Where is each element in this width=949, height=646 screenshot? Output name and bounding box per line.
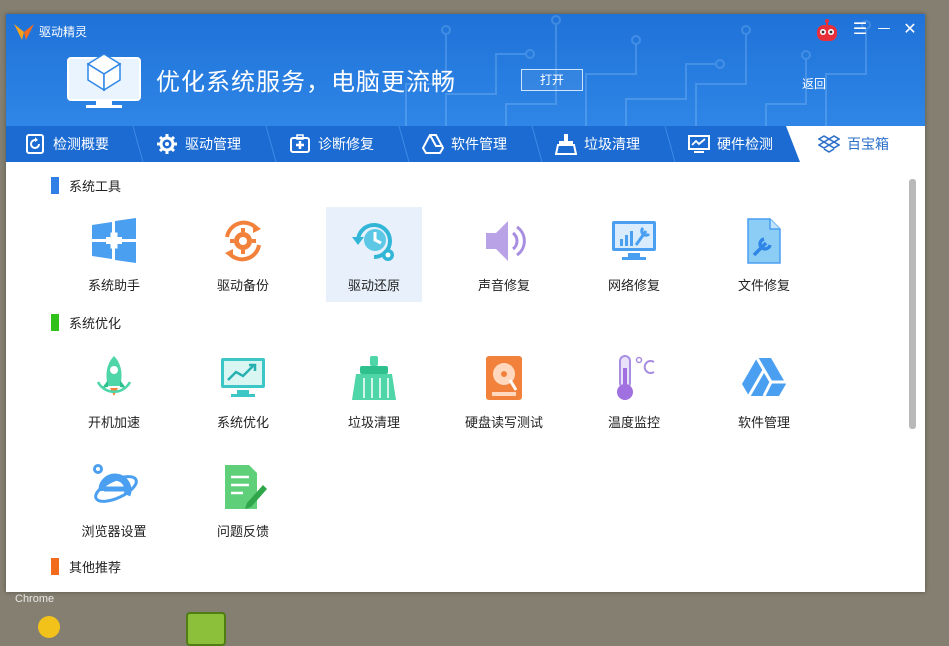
section-title: 系统优化 xyxy=(69,317,122,332)
desktop-app-icon[interactable] xyxy=(38,616,60,638)
tab-toolbox[interactable]: 百宝箱 xyxy=(818,126,918,162)
app-name: 驱动精灵 xyxy=(39,25,88,39)
monitor-wrench-icon xyxy=(612,221,656,260)
tool-driver-restore[interactable]: 驱动还原 xyxy=(326,207,422,302)
minimize-icon[interactable]: — xyxy=(875,20,893,38)
tool-file-repair[interactable]: 文件修复 xyxy=(716,207,812,302)
section-marker xyxy=(51,558,59,575)
tab-hardware-check[interactable]: 硬件检测 xyxy=(688,126,798,162)
app-logo-icon xyxy=(14,24,34,40)
tab-junk-clean[interactable]: 垃圾清理 xyxy=(555,126,680,162)
tool-system-optimize[interactable]: 系统优化 xyxy=(195,344,291,439)
tab-label: 软件管理 xyxy=(451,137,507,153)
rocket-icon xyxy=(96,356,132,396)
dropbox-icon xyxy=(818,135,840,153)
tool-label: 文件修复 xyxy=(737,279,790,294)
file-wrench-icon xyxy=(747,218,781,264)
tool-label: 硬盘读写测试 xyxy=(464,416,543,431)
tool-software-manage[interactable]: 软件管理 xyxy=(716,344,812,439)
section-system-tools: 系统工具 xyxy=(51,176,121,195)
vertical-scrollbar[interactable] xyxy=(909,179,916,429)
document-pen-icon xyxy=(225,465,267,509)
section-marker xyxy=(51,314,59,331)
tool-label: 浏览器设置 xyxy=(81,525,147,540)
medical-kit-icon xyxy=(290,134,310,153)
tool-disk-rw-test[interactable]: 硬盘读写测试 xyxy=(456,344,552,439)
tab-label: 垃圾清理 xyxy=(584,137,640,153)
tool-system-assistant[interactable]: 系统助手 xyxy=(66,207,162,302)
monitor-chart-icon xyxy=(688,135,710,153)
section-system-optimize: 系统优化 xyxy=(51,313,121,332)
open-button[interactable]: 打开 xyxy=(521,69,583,91)
tool-browser-settings[interactable]: 浏览器设置 xyxy=(66,453,162,548)
tool-label: 声音修复 xyxy=(477,279,530,294)
monitor-toolbox-icon xyxy=(67,53,141,108)
tab-label: 诊断修复 xyxy=(318,137,374,153)
close-icon[interactable]: ✕ xyxy=(901,20,919,38)
windows-plus-icon xyxy=(92,218,136,263)
gear-cycle-icon xyxy=(225,220,261,262)
tab-label: 检测概要 xyxy=(53,137,109,153)
tool-label: 软件管理 xyxy=(737,416,790,431)
tool-label: 驱动备份 xyxy=(216,279,269,294)
hard-disk-icon xyxy=(486,356,522,400)
section-title: 其他推荐 xyxy=(69,561,122,576)
robot-mascot-icon[interactable] xyxy=(814,18,840,44)
tab-label: 百宝箱 xyxy=(847,137,889,153)
tool-network-repair[interactable]: 网络修复 xyxy=(586,207,682,302)
speaker-icon xyxy=(486,221,526,261)
monitor-trend-icon xyxy=(221,358,265,397)
tab-separator xyxy=(265,126,277,162)
tab-separator xyxy=(664,126,676,162)
tab-separator xyxy=(132,126,144,162)
broom-icon xyxy=(555,134,577,155)
back-link[interactable]: 返回 xyxy=(802,75,826,92)
tab-label: 硬件检测 xyxy=(717,137,773,153)
tool-driver-backup[interactable]: 驱动备份 xyxy=(195,207,291,302)
tool-label: 温度监控 xyxy=(607,416,660,431)
broom-icon xyxy=(352,356,396,400)
tool-label: 垃圾清理 xyxy=(347,416,400,431)
tool-feedback[interactable]: 问题反馈 xyxy=(195,453,291,548)
tool-label: 系统优化 xyxy=(216,416,269,431)
tool-label: 系统助手 xyxy=(87,279,140,294)
tab-driver-manage[interactable]: 驱动管理 xyxy=(156,126,281,162)
tab-label: 驱动管理 xyxy=(185,137,241,153)
tool-label: 开机加速 xyxy=(87,416,140,431)
tool-junk-clean[interactable]: 垃圾清理 xyxy=(326,344,422,439)
menu-icon[interactable]: ☰ xyxy=(851,20,869,38)
tab-bar: 检测概要 驱动管理 诊断修复 软件管理 垃圾清理 硬件检测 百宝箱 xyxy=(6,126,925,162)
tool-temperature-monitor[interactable]: 温度监控 xyxy=(586,344,682,439)
refresh-doc-icon xyxy=(26,134,44,154)
header-banner: 驱动精灵 优化系统服务，电脑更流畅 打开 返回 ☰ — ✕ xyxy=(6,14,925,126)
triangle-drive-icon xyxy=(422,134,444,154)
triangle-drive-icon xyxy=(742,357,786,397)
tab-software-manage[interactable]: 软件管理 xyxy=(422,126,547,162)
tool-label: 网络修复 xyxy=(607,279,660,294)
clock-restore-icon xyxy=(352,223,394,261)
headline: 优化系统服务，电脑更流畅 xyxy=(156,68,456,96)
section-title: 系统工具 xyxy=(69,180,122,195)
tab-separator xyxy=(531,126,543,162)
section-marker xyxy=(51,177,59,194)
tool-label: 问题反馈 xyxy=(216,525,269,540)
thermometer-icon xyxy=(617,355,655,400)
ie-browser-gear-icon xyxy=(93,464,138,503)
app-window: 驱动精灵 优化系统服务，电脑更流畅 打开 返回 ☰ — ✕ 检测概要 驱动管理 … xyxy=(6,14,925,592)
toolbox-content: 系统工具 系统助手 驱动备份 驱动还原 声音修复 网络修复 文件修复 系统优化 … xyxy=(6,162,925,592)
tool-label: 驱动还原 xyxy=(347,279,400,294)
tool-boot-accelerate[interactable]: 开机加速 xyxy=(66,344,162,439)
section-other-recommend: 其他推荐 xyxy=(51,557,121,576)
circuit-decoration xyxy=(405,15,871,126)
desktop-app-icon[interactable] xyxy=(186,612,226,646)
tool-sound-repair[interactable]: 声音修复 xyxy=(456,207,552,302)
tab-separator xyxy=(398,126,410,162)
gear-icon xyxy=(157,134,177,154)
desktop-chrome-label[interactable]: Chrome xyxy=(15,593,54,605)
tab-diagnose-repair[interactable]: 诊断修复 xyxy=(289,126,414,162)
